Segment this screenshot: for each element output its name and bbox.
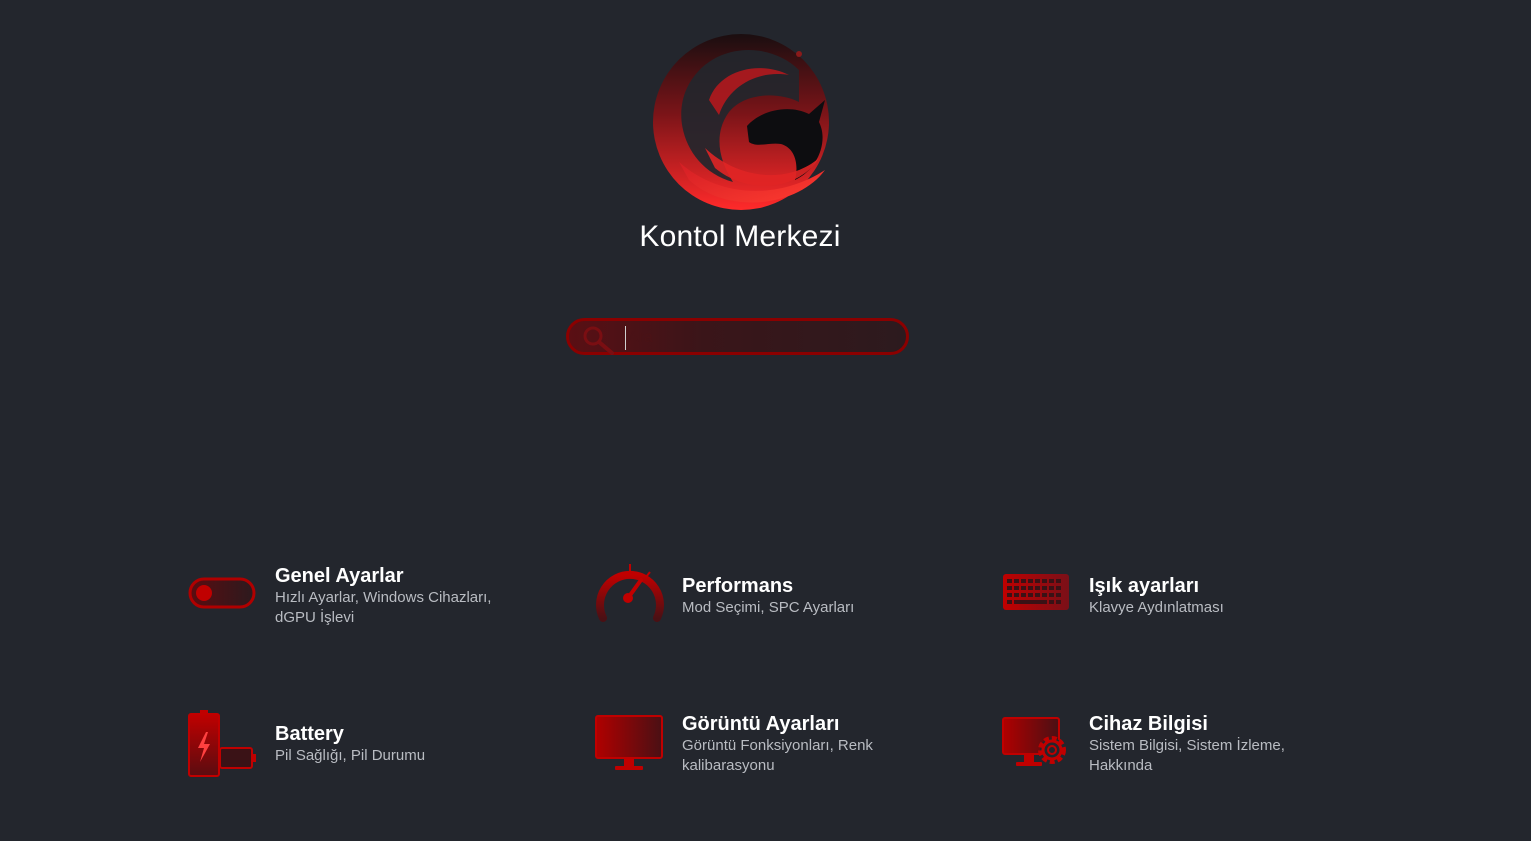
tile-goruntu-ayarlari[interactable]: Görüntü Ayarları Görüntü Fonksiyonları, … (595, 712, 955, 792)
brand-logo (653, 34, 829, 210)
tile-genel-ayarlar[interactable]: Genel Ayarlar Hızlı Ayarlar, Windows Cih… (188, 562, 548, 642)
search-box[interactable] (566, 318, 909, 355)
tile-title: Işık ayarları (1089, 575, 1200, 597)
tile-subtitle: Pil Sağlığı, Pil Durumu (275, 746, 535, 766)
search-icon (583, 326, 614, 355)
tile-text: Görüntü Ayarları Görüntü Fonksiyonları, … (682, 713, 942, 776)
app-title: Kontol Merkezi (639, 220, 841, 253)
tile-cihaz-bilgisi[interactable]: Cihaz Bilgisi Sistem Bilgisi, Sistem İzl… (1002, 712, 1362, 792)
tile-battery[interactable]: Battery Pil Sağlığı, Pil Durumu (188, 710, 548, 790)
tile-text: Işık ayarları Klavye Aydınlatması (1089, 575, 1349, 618)
tile-title: Battery (275, 723, 344, 745)
monitor-icon (595, 715, 663, 770)
tile-subtitle-line: Mod Seçimi, SPC Ayarları (682, 599, 855, 616)
tile-subtitle-line: kalibarasyonu (682, 757, 775, 774)
device-settings-icon (1002, 717, 1066, 766)
tile-title: Görüntü Ayarları (682, 713, 840, 735)
tile-subtitle-line: Pil Sağlığı, Pil Durumu (275, 747, 426, 764)
tile-subtitle-line: Sistem Bilgisi, Sistem İzleme, (1089, 737, 1285, 754)
tile-subtitle-line: Hakkında (1089, 757, 1153, 774)
battery-icon (188, 710, 256, 777)
tile-title: Cihaz Bilgisi (1089, 713, 1208, 735)
tile-isik-ayarlari[interactable]: Işık ayarları Klavye Aydınlatması (1002, 562, 1362, 642)
speedometer-icon (596, 564, 664, 622)
tile-text: Performans Mod Seçimi, SPC Ayarları (682, 575, 942, 618)
tile-subtitle-line: Hızlı Ayarlar, Windows Cihazları, (275, 589, 492, 606)
tile-subtitle-line: dGPU İşlevi (275, 609, 355, 626)
tile-subtitle-line: Klavye Aydınlatması (1089, 599, 1224, 616)
tile-subtitle-line: Görüntü Fonksiyonları, Renk (682, 737, 873, 754)
toggle-icon (188, 577, 256, 609)
tile-performans[interactable]: Performans Mod Seçimi, SPC Ayarları (595, 562, 955, 642)
tile-subtitle: Klavye Aydınlatması (1089, 598, 1349, 618)
tile-text: Genel Ayarlar Hızlı Ayarlar, Windows Cih… (275, 565, 535, 628)
tile-subtitle: Sistem Bilgisi, Sistem İzleme, Hakkında (1089, 736, 1349, 776)
tile-subtitle: Hızlı Ayarlar, Windows Cihazları, dGPU İ… (275, 588, 535, 628)
tile-title: Genel Ayarlar (275, 565, 404, 587)
tile-text: Battery Pil Sağlığı, Pil Durumu (275, 723, 535, 766)
tile-subtitle: Mod Seçimi, SPC Ayarları (682, 598, 942, 618)
tile-text: Cihaz Bilgisi Sistem Bilgisi, Sistem İzl… (1089, 713, 1349, 776)
search-input[interactable] (625, 326, 900, 350)
main-page: Kontol Merkezi Genel Ayarlar Hızlı Ayarl… (0, 0, 1531, 841)
tile-subtitle: Görüntü Fonksiyonları, Renk kalibarasyon… (682, 736, 942, 776)
tile-title: Performans (682, 575, 794, 597)
keyboard-icon (1003, 574, 1069, 610)
